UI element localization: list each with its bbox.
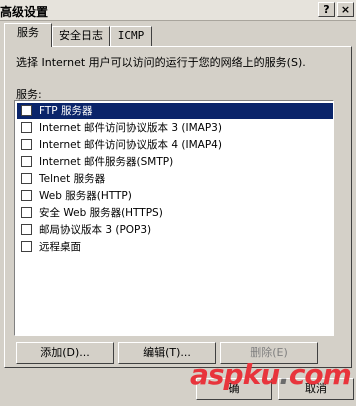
window-title: 高级设置	[0, 5, 49, 19]
service-checkbox[interactable]	[21, 139, 32, 150]
tab-security-log[interactable]: 安全日志	[52, 26, 110, 46]
service-checkbox[interactable]	[21, 122, 32, 133]
services-list[interactable]: FTP 服务器 Internet 邮件访问协议版本 3 (IMAP3) Inte…	[14, 100, 334, 336]
service-label: FTP 服务器	[39, 105, 93, 117]
service-label: Internet 邮件访问协议版本 3 (IMAP3)	[39, 122, 222, 134]
service-checkbox[interactable]	[21, 224, 32, 235]
list-item[interactable]: Internet 邮件服务器(SMTP)	[17, 154, 333, 170]
service-checkbox[interactable]	[21, 207, 32, 218]
watermark-tld: com	[288, 358, 352, 391]
service-label: Internet 邮件访问协议版本 4 (IMAP4)	[39, 139, 222, 151]
watermark-dot: .	[279, 358, 290, 391]
list-item[interactable]: 邮局协议版本 3 (POP3)	[17, 222, 333, 238]
service-checkbox[interactable]	[21, 241, 32, 252]
service-label: 邮局协议版本 3 (POP3)	[39, 224, 152, 236]
service-label: 安全 Web 服务器(HTTPS)	[39, 207, 163, 219]
add-button[interactable]: 添加(D)...	[16, 342, 114, 364]
watermark-logo: aspku.com	[190, 358, 352, 391]
list-item[interactable]: Internet 邮件访问协议版本 4 (IMAP4)	[17, 137, 333, 153]
service-checkbox[interactable]	[21, 190, 32, 201]
service-label: 远程桌面	[39, 241, 81, 253]
services-description: 选择 Internet 用户可以访问的运行于您的网络上的服务(S).	[16, 56, 306, 69]
service-label: Telnet 服务器	[39, 173, 106, 185]
tab-services[interactable]: 服务	[4, 23, 52, 47]
list-item[interactable]: Web 服务器(HTTP)	[17, 188, 333, 204]
service-label: Web 服务器(HTTP)	[39, 190, 132, 202]
help-button[interactable]: ?	[318, 2, 335, 17]
tab-icmp[interactable]: ICMP	[110, 26, 152, 46]
service-checkbox[interactable]	[21, 105, 32, 116]
close-button[interactable]: ×	[337, 2, 354, 17]
list-item[interactable]: 安全 Web 服务器(HTTPS)	[17, 205, 333, 221]
title-bar: 高级设置 ? ×	[0, 0, 356, 21]
list-item[interactable]: FTP 服务器	[17, 103, 333, 119]
list-item[interactable]: Internet 邮件访问协议版本 3 (IMAP3)	[17, 120, 333, 136]
list-item[interactable]: Telnet 服务器	[17, 171, 333, 187]
watermark-brand: aspku	[190, 358, 280, 391]
service-checkbox[interactable]	[21, 173, 32, 184]
service-label: Internet 邮件服务器(SMTP)	[39, 156, 174, 168]
service-checkbox[interactable]	[21, 156, 32, 167]
list-item[interactable]: 远程桌面	[17, 239, 333, 255]
